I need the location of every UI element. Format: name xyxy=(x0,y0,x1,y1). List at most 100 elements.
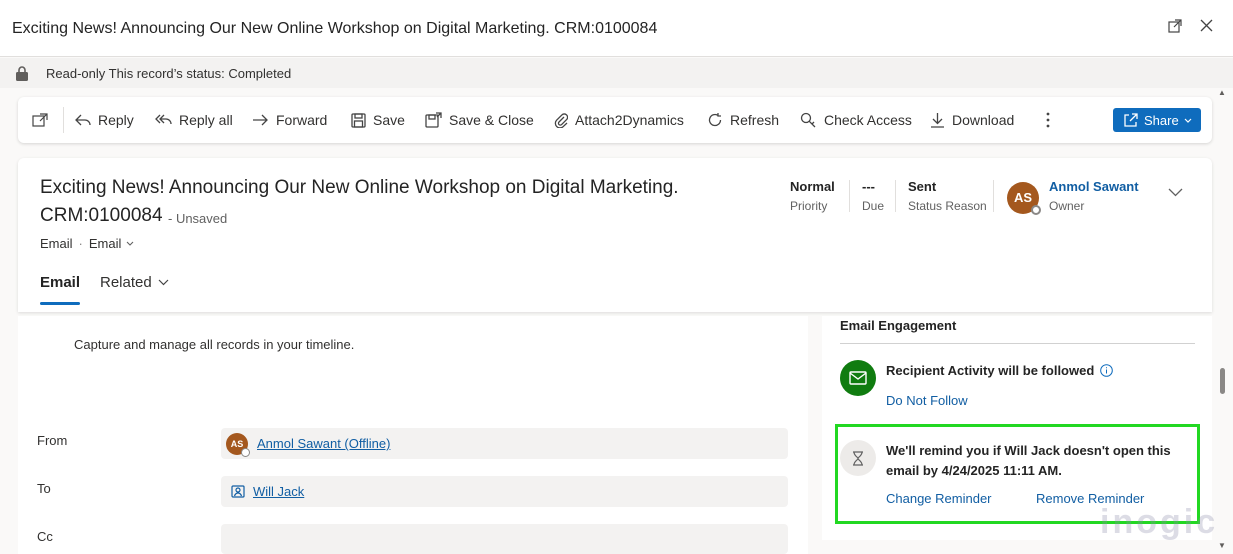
timeline-description: Capture and manage all records in your t… xyxy=(74,337,355,352)
presence-offline-icon xyxy=(241,447,250,457)
chevron-down-icon xyxy=(1184,118,1192,123)
save-button[interactable]: Save xyxy=(351,108,405,132)
check-access-button[interactable]: Check Access xyxy=(800,108,912,132)
owner-avatar[interactable]: AS xyxy=(1007,182,1041,215)
forward-icon xyxy=(253,114,268,126)
reply-button[interactable]: Reply xyxy=(75,108,134,132)
reply-all-button[interactable]: Reply all xyxy=(155,108,233,132)
from-link[interactable]: Anmol Sawant (Offline) xyxy=(257,436,390,451)
attach2dynamics-label: Attach2Dynamics xyxy=(575,112,684,128)
read-only-notice: Read-only This record’s status: Complete… xyxy=(0,58,1233,88)
record-title-id: CRM:0100084 xyxy=(40,205,163,226)
cc-label: Cc xyxy=(37,529,53,544)
check-access-icon xyxy=(800,112,816,128)
reply-all-label: Reply all xyxy=(179,112,233,128)
save-close-icon xyxy=(425,112,442,128)
follow-status: Recipient Activity will be followed xyxy=(886,363,1114,378)
contact-icon xyxy=(231,485,245,498)
presence-offline-icon xyxy=(1031,205,1041,215)
share-icon xyxy=(1124,113,1138,127)
follow-status-icon xyxy=(840,360,876,396)
record-header: Exciting News! Announcing Our New Online… xyxy=(18,158,1212,312)
chevron-down-icon xyxy=(1168,188,1183,197)
status-reason-value: Sent xyxy=(908,179,937,194)
due-label: Due xyxy=(862,199,885,213)
pop-out-icon xyxy=(32,113,48,127)
lock-icon xyxy=(15,66,29,86)
info-icon xyxy=(1100,364,1114,377)
sender-avatar: AS xyxy=(226,432,250,457)
status-reason-field: Sent Status Reason xyxy=(908,179,987,213)
reply-all-icon xyxy=(155,114,172,125)
save-close-button[interactable]: Save & Close xyxy=(425,108,534,132)
hourglass-icon xyxy=(853,450,863,466)
reply-label: Reply xyxy=(98,112,134,128)
follow-status-text: Recipient Activity will be followed xyxy=(886,363,1095,378)
refresh-button[interactable]: Refresh xyxy=(707,108,779,132)
header-divider xyxy=(895,180,896,212)
entity-breadcrumb: Email · Email xyxy=(40,236,134,251)
download-button[interactable]: Download xyxy=(930,108,1014,132)
scroll-up-arrow[interactable]: ▲ xyxy=(1218,88,1226,97)
expand-header-button[interactable] xyxy=(1168,184,1183,202)
dialog-titlebar: Exciting News! Announcing Our New Online… xyxy=(0,0,1233,57)
reminder-status-icon xyxy=(840,440,876,476)
active-tab-indicator xyxy=(40,302,80,305)
tab-related[interactable]: Related xyxy=(100,274,169,291)
engagement-divider xyxy=(840,343,1195,344)
close-icon[interactable] xyxy=(1197,19,1215,37)
priority-field: Normal Priority xyxy=(790,179,835,213)
chevron-down-icon xyxy=(158,279,169,286)
more-commands-button[interactable] xyxy=(1045,108,1058,132)
more-icon xyxy=(1046,112,1050,128)
status-reason-label: Status Reason xyxy=(908,199,987,213)
tab-email[interactable]: Email xyxy=(40,274,80,291)
save-label: Save xyxy=(373,112,405,128)
download-icon xyxy=(931,113,944,128)
email-form-section: Capture and manage all records in your t… xyxy=(18,316,808,554)
due-field: --- Due xyxy=(862,179,884,213)
priority-value: Normal xyxy=(790,179,835,194)
forward-label: Forward xyxy=(276,112,328,128)
from-label: From xyxy=(37,433,68,448)
priority-label: Priority xyxy=(790,199,828,213)
inogic-watermark: inogic xyxy=(1100,503,1219,541)
refresh-label: Refresh xyxy=(730,112,780,128)
owner-link[interactable]: Anmol Sawant xyxy=(1049,179,1139,194)
attach2dynamics-button[interactable]: Attach2Dynamics xyxy=(554,108,684,132)
record-title: Exciting News! Announcing Our New Online… xyxy=(40,177,679,198)
do-not-follow-link[interactable]: Do Not Follow xyxy=(886,393,968,408)
to-field[interactable]: Will Jack xyxy=(221,476,788,507)
owner-initials: AS xyxy=(1013,190,1033,205)
forward-button[interactable]: Forward xyxy=(252,108,327,132)
mail-open-icon xyxy=(849,371,867,385)
sender-initials: AS xyxy=(230,438,244,449)
save-close-label: Save & Close xyxy=(449,112,534,128)
cc-field[interactable] xyxy=(221,524,788,554)
refresh-icon xyxy=(708,113,722,127)
pop-out-button[interactable] xyxy=(32,108,55,132)
share-button[interactable]: Share xyxy=(1113,108,1201,132)
paperclip-icon xyxy=(554,113,568,128)
change-reminder-link[interactable]: Change Reminder xyxy=(886,491,992,506)
to-link[interactable]: Will Jack xyxy=(253,484,304,499)
download-label: Download xyxy=(952,112,1015,128)
scrollbar-thumb[interactable] xyxy=(1220,368,1225,394)
dialog-title: Exciting News! Announcing Our New Online… xyxy=(12,20,658,37)
save-icon xyxy=(351,112,366,128)
form-selector[interactable]: Email xyxy=(89,236,135,251)
toolbar-separator xyxy=(63,107,64,133)
header-divider xyxy=(993,180,994,212)
read-only-text: Read-only This record’s status: Complete… xyxy=(46,66,292,81)
check-access-label: Check Access xyxy=(824,112,912,128)
unsaved-indicator: - Unsaved xyxy=(168,211,228,226)
command-bar: Reply Reply all Forward Save Save & Clos… xyxy=(18,97,1212,143)
scroll-down-arrow[interactable]: ▼ xyxy=(1218,541,1226,550)
share-label: Share xyxy=(1144,112,1179,128)
from-field[interactable]: AS Anmol Sawant (Offline) xyxy=(221,428,788,459)
due-value: --- xyxy=(862,179,875,194)
expand-icon[interactable] xyxy=(1166,19,1184,37)
chevron-down-icon xyxy=(126,241,134,246)
entity-name: Email xyxy=(40,236,73,251)
engagement-title: Email Engagement xyxy=(840,318,957,333)
